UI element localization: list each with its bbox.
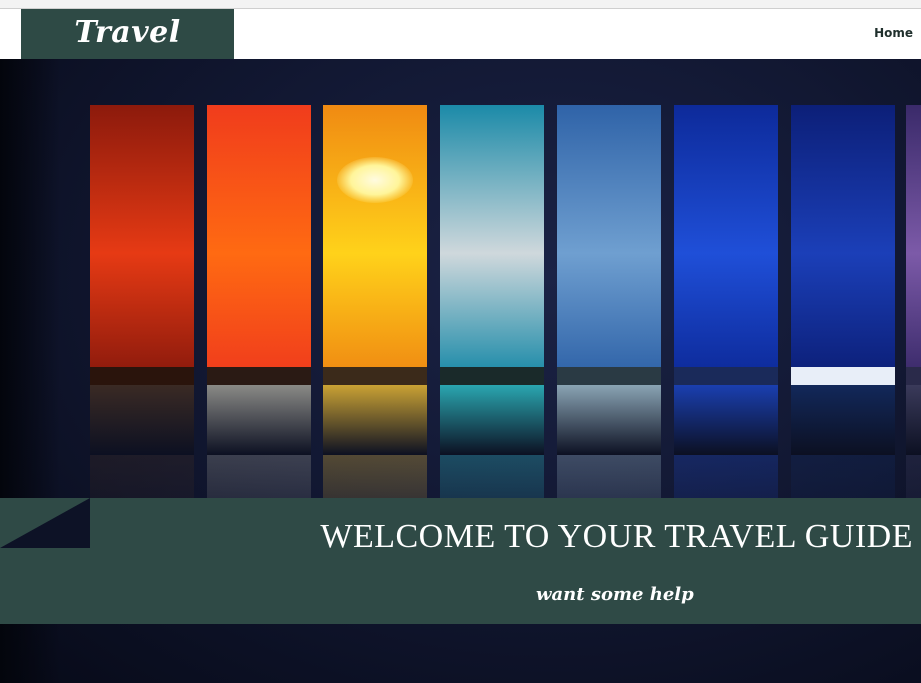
hero-photo-panel-violet-edge <box>906 105 921 455</box>
site-logo[interactable]: Travel Guide <box>21 9 234 98</box>
panel-horizon <box>90 367 194 385</box>
hero-photo-panel-sunset-orange <box>207 105 311 455</box>
panel-sea <box>674 385 778 455</box>
panel-sea <box>791 385 895 455</box>
panel-horizon <box>906 367 921 385</box>
welcome-title: WELCOME TO YOUR TRAVEL GUIDE <box>320 518 913 555</box>
panel-sky <box>323 105 427 375</box>
panel-sky <box>440 105 544 375</box>
hero-photo-panel-sunset-red <box>90 105 194 455</box>
panel-sea <box>557 385 661 455</box>
hero-photo-panel-deep-blue <box>791 105 895 455</box>
panel-horizon <box>791 367 895 385</box>
band-corner <box>0 498 90 548</box>
panel-sky <box>674 105 778 375</box>
site-header: Travel Guide Home <box>0 9 921 98</box>
panel-horizon <box>557 367 661 385</box>
hero-photo-panel-night-blue <box>674 105 778 455</box>
panel-sky <box>207 105 311 375</box>
panel-horizon <box>323 367 427 385</box>
sun-glow <box>337 157 413 203</box>
browser-top-strip <box>0 0 921 9</box>
panel-sea <box>90 385 194 455</box>
panel-sea <box>440 385 544 455</box>
nav-link-home[interactable]: Home <box>874 26 913 40</box>
panel-sea <box>906 385 921 455</box>
panel-sea <box>207 385 311 455</box>
panel-sky <box>906 105 921 375</box>
hero-photo-panel-cloud-blue <box>557 105 661 455</box>
panel-horizon <box>674 367 778 385</box>
hero-photo-panel-cloud-teal <box>440 105 544 455</box>
panel-sky <box>90 105 194 375</box>
panel-horizon <box>207 367 311 385</box>
welcome-band <box>0 498 921 624</box>
hero-photo-panel-sunset-yellow <box>323 105 427 455</box>
panel-horizon <box>440 367 544 385</box>
panel-sky <box>791 105 895 375</box>
help-link[interactable]: want some help <box>536 584 694 605</box>
panel-sea <box>323 385 427 455</box>
panel-sky <box>557 105 661 375</box>
